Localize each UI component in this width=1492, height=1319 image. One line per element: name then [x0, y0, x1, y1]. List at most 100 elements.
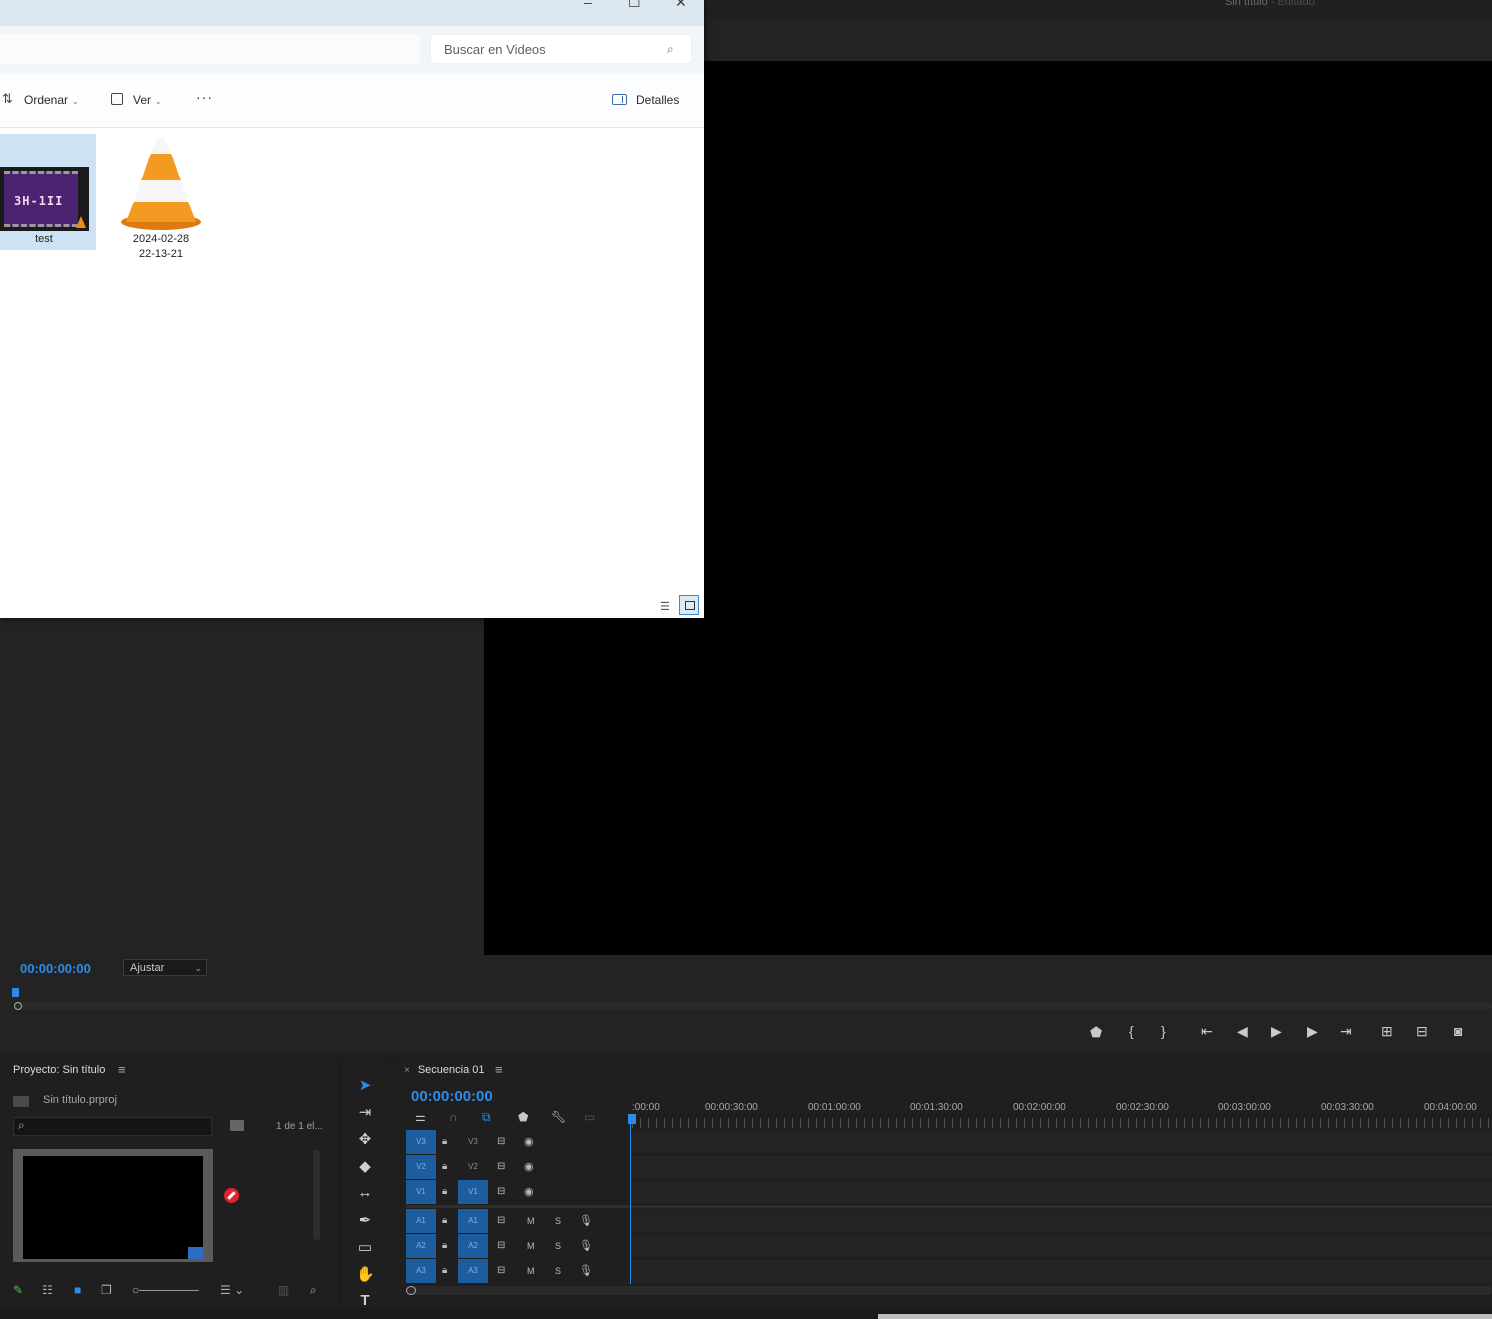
rectangle-tool-icon[interactable]: ▭: [356, 1238, 374, 1256]
track-target-a1[interactable]: A1: [458, 1209, 488, 1233]
mute-button[interactable]: M: [527, 1266, 535, 1276]
time-ruler[interactable]: [632, 1118, 1492, 1128]
go-to-in-icon[interactable]: ⇤: [1201, 1023, 1213, 1040]
timeline-playhead[interactable]: [628, 1114, 636, 1124]
solo-button[interactable]: S: [555, 1241, 561, 1251]
wrench-settings-icon[interactable]: 🔧︎: [551, 1110, 566, 1124]
solo-button[interactable]: S: [555, 1266, 561, 1276]
automate-to-sequence-icon[interactable]: ▥: [278, 1283, 289, 1297]
monitor-zoom-handle[interactable]: [14, 1002, 22, 1010]
new-bin-icon[interactable]: [230, 1120, 244, 1131]
tab-sequence[interactable]: × Secuencia 01: [404, 1064, 485, 1076]
lift-icon[interactable]: ⊞: [1381, 1023, 1393, 1040]
solo-button[interactable]: S: [555, 1216, 561, 1226]
track-row-v2[interactable]: [632, 1155, 1492, 1180]
eye-icon[interactable]: ◉: [524, 1135, 534, 1148]
source-patch-a2[interactable]: A2: [406, 1234, 436, 1258]
sync-lock-icon[interactable]: ⊟: [497, 1186, 505, 1197]
step-back-icon[interactable]: ◀︎: [1237, 1023, 1248, 1040]
selection-tool-icon[interactable]: ➤: [356, 1076, 374, 1094]
track-row-v3[interactable]: [632, 1130, 1492, 1155]
project-panel-title[interactable]: Proyecto: Sin título: [13, 1064, 105, 1076]
close-icon[interactable]: ×: [404, 1065, 410, 1076]
sync-lock-icon[interactable]: ⊟: [497, 1215, 505, 1226]
source-patch-a1[interactable]: A1: [406, 1209, 436, 1233]
lock-icon[interactable]: 🔒︎: [442, 1240, 447, 1251]
timeline-playhead-line[interactable]: [630, 1124, 631, 1284]
lock-icon[interactable]: 🔒︎: [442, 1136, 447, 1147]
microphone-icon[interactable]: 🎙︎: [579, 1214, 593, 1227]
address-bar[interactable]: [0, 34, 420, 64]
eye-icon[interactable]: ◉: [524, 1185, 534, 1198]
details-button[interactable]: Detalles: [636, 93, 679, 107]
panel-menu-icon[interactable]: ≡: [495, 1062, 503, 1077]
microphone-icon[interactable]: 🎙︎: [579, 1264, 593, 1277]
project-scrollbar[interactable]: [313, 1150, 320, 1240]
type-tool-icon[interactable]: T: [356, 1292, 374, 1309]
timeline-scrollbar[interactable]: [406, 1286, 1492, 1295]
track-row-a1[interactable]: [632, 1209, 1492, 1234]
track-target-v3[interactable]: V3: [458, 1130, 488, 1154]
captions-icon[interactable]: ▭: [584, 1110, 595, 1124]
source-patch-v2[interactable]: V2: [406, 1155, 436, 1179]
view-button[interactable]: Ver ⌄: [133, 93, 162, 107]
fit-zoom-select[interactable]: Ajustar ⌄: [123, 959, 207, 976]
ripple-edit-tool-icon[interactable]: ✥: [356, 1130, 374, 1148]
sequence-thumbnail[interactable]: [13, 1149, 213, 1262]
mark-out-icon[interactable]: }: [1161, 1023, 1166, 1039]
sync-lock-icon[interactable]: ⊟: [497, 1240, 505, 1251]
sort-icons-icon[interactable]: ☰ ⌄: [220, 1283, 244, 1297]
panel-menu-icon[interactable]: ≡: [118, 1062, 126, 1077]
pen-tool-icon[interactable]: ✒: [356, 1211, 374, 1229]
hand-tool-icon[interactable]: ✋: [356, 1265, 375, 1283]
file-list-area[interactable]: [0, 128, 704, 618]
microphone-icon[interactable]: 🎙︎: [579, 1239, 593, 1252]
add-marker-icon[interactable]: ⬟: [518, 1110, 528, 1124]
monitor-playhead[interactable]: [12, 988, 19, 997]
close-button[interactable]: ✕: [675, 0, 687, 11]
track-row-v1[interactable]: [632, 1180, 1492, 1205]
source-patch-a3[interactable]: A3: [406, 1259, 436, 1283]
timeline-zoom-handle[interactable]: [406, 1286, 416, 1295]
slip-tool-icon[interactable]: ↔: [356, 1184, 374, 1201]
lock-icon[interactable]: 🔒︎: [442, 1161, 447, 1172]
freeform-view-icon[interactable]: ❐: [101, 1283, 112, 1297]
sync-lock-icon[interactable]: ⊟: [497, 1136, 505, 1147]
source-patch-v3[interactable]: V3: [406, 1130, 436, 1154]
linked-selection-icon[interactable]: ⧉: [482, 1110, 491, 1125]
details-view-icon[interactable]: ☰: [660, 600, 670, 613]
video-audio-divider[interactable]: [406, 1205, 1492, 1208]
explorer-title-bar[interactable]: [0, 0, 704, 26]
project-search-input[interactable]: [13, 1117, 212, 1136]
large-icons-view-icon[interactable]: [679, 595, 699, 615]
track-target-v1[interactable]: V1: [458, 1180, 488, 1204]
mute-button[interactable]: M: [527, 1216, 535, 1226]
find-icon[interactable]: ⌕: [310, 1283, 317, 1298]
zoom-slider-icon[interactable]: ○───────: [132, 1283, 199, 1297]
writable-pencil-icon[interactable]: ✎: [13, 1283, 23, 1297]
go-to-out-icon[interactable]: ⇥: [1340, 1023, 1352, 1040]
extract-icon[interactable]: ⊟: [1416, 1023, 1428, 1040]
minimize-button[interactable]: –: [584, 0, 592, 10]
lock-icon[interactable]: 🔒︎: [442, 1186, 447, 1197]
more-options-button[interactable]: ···: [196, 89, 213, 105]
search-input[interactable]: Buscar en Videos: [444, 42, 546, 57]
icon-view-icon[interactable]: ■: [74, 1283, 81, 1297]
snap-magnet-icon[interactable]: ∩: [449, 1110, 458, 1124]
monitor-scrub-bar[interactable]: [14, 1002, 1492, 1010]
track-select-tool-icon[interactable]: ⇥: [356, 1103, 374, 1121]
step-forward-icon[interactable]: ▶︎: [1307, 1023, 1318, 1040]
track-target-a3[interactable]: A3: [458, 1259, 488, 1283]
add-marker-icon[interactable]: ⬟: [1090, 1024, 1102, 1041]
eye-icon[interactable]: ◉: [524, 1160, 534, 1173]
program-timecode[interactable]: 00:00:00:00: [20, 961, 91, 976]
sync-lock-icon[interactable]: ⊟: [497, 1265, 505, 1276]
sync-lock-icon[interactable]: ⊟: [497, 1161, 505, 1172]
track-target-a2[interactable]: A2: [458, 1234, 488, 1258]
sort-button[interactable]: Ordenar ⌄: [24, 93, 79, 107]
mark-in-icon[interactable]: {: [1129, 1023, 1134, 1039]
insert-nest-icon[interactable]: ⚌: [415, 1110, 426, 1124]
list-view-icon[interactable]: ☷: [42, 1283, 53, 1297]
mute-button[interactable]: M: [527, 1241, 535, 1251]
razor-tool-icon[interactable]: ◆: [356, 1157, 374, 1175]
